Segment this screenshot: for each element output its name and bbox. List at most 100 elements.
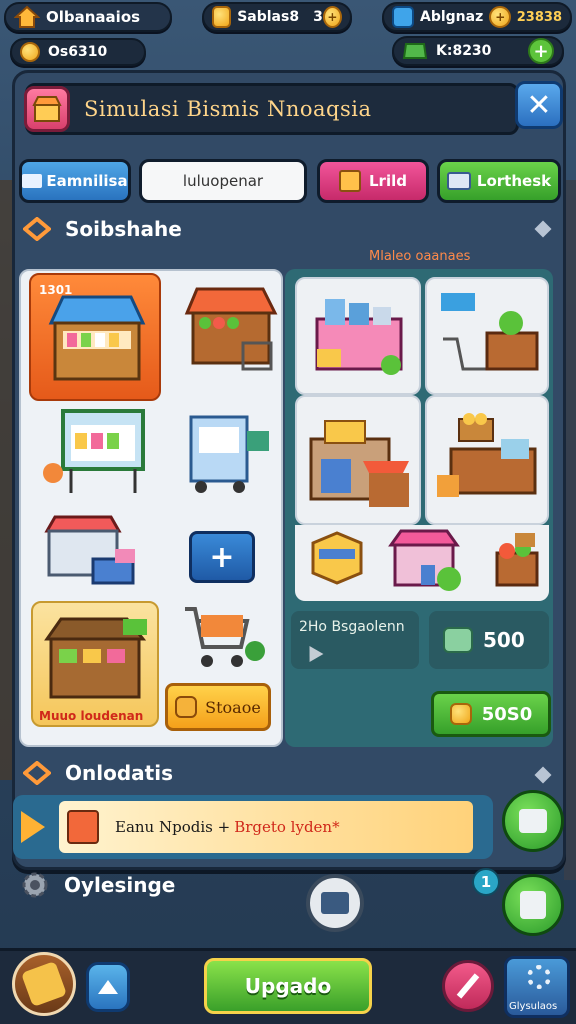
orders-section-title: Onlodatis [65,761,173,785]
gear-icon-2 [527,965,551,989]
vending-cart-icon[interactable] [183,411,275,495]
add-item-button[interactable]: + [189,531,255,583]
player-name: Olbanaaios [46,8,141,26]
tab-eamnilisa[interactable]: Eamnilisa [19,159,131,203]
shop-section-title: Soibshahe [65,217,182,241]
close-icon: ✕ [526,87,552,123]
play-arrow-icon[interactable] [21,811,45,843]
tab-lorthesk[interactable]: Lorthesk [437,159,561,203]
grocery-store-icon [309,420,409,507]
box-icon [339,170,361,192]
cash-add-button[interactable]: + [528,38,554,64]
gear-icon[interactable] [20,870,50,900]
collapse-diamond-icon[interactable] [534,220,552,238]
coin-stack-icon [449,703,472,725]
kiosk-green-icon[interactable] [41,403,153,495]
shop-section-header: Soibshahe [21,216,182,242]
up-arrow-icon [98,980,118,994]
catalog-right: 2Ho Bsgaolenn 500 50S0 [285,269,553,747]
stall-featured-card[interactable]: 1301 [29,273,161,401]
veggie-box-icon[interactable] [489,529,545,591]
buy-button[interactable]: 50S0 [431,691,551,737]
currency2-counter[interactable]: Ablgnaz + 23838 [382,2,572,32]
sub-value: Os6310 [48,44,108,60]
mini-shop-icon[interactable] [41,511,141,587]
collapse-diamond-icon-2[interactable] [534,766,552,784]
order-banner[interactable]: Eanu Npodis + Brgeto lyden* [59,801,473,853]
tab-label: Lorthesk [476,172,552,190]
value-box: 500 [429,611,549,669]
currency2-label: Ablgnaz [420,9,484,25]
settings-action-button[interactable] [502,874,564,936]
bag-icon [175,696,198,718]
candy-shop-icon [315,299,403,375]
orders-section-header: Onlodatis [21,760,173,786]
close-button[interactable]: ✕ [515,81,563,129]
info-badge-text: 1 [480,873,492,891]
home-icon [13,5,41,29]
stat-box: 2Ho Bsgaolenn [291,611,419,669]
shop-tile-2[interactable] [425,277,549,395]
tab-label: luluopenar [182,172,264,190]
plus-icon: + [209,539,235,575]
fruit-stall-icon[interactable] [183,279,279,383]
shop-tile-1[interactable] [295,277,421,395]
settings-section-title: Oylesinge [64,873,176,897]
tab-luluopenar[interactable]: luluopenar [139,159,307,203]
ribbon-icon [20,42,40,62]
featured-market-card[interactable]: Muuo loudenan [31,601,159,727]
gem-stone-icon [443,627,473,653]
title-bar: Simulasi Bismis Nnoaqsia [24,83,519,135]
crate-icon[interactable] [309,529,365,587]
upgrade-button-label: Upgado [244,974,332,998]
currency1-extra: 3 [313,9,323,25]
tab-label: Eamnilisa [46,172,128,190]
gem-icon [392,6,414,28]
pink-shop-icon[interactable] [387,525,469,595]
coin-add-icon[interactable]: + [322,6,342,28]
badge-icon-2 [21,760,53,786]
banner-text-dark: Eanu Npodis + [115,818,231,836]
info-badge[interactable]: 1 [472,868,500,896]
stat-value: 500 [483,628,525,652]
settings-tab-button[interactable]: Glysulaos [504,956,570,1018]
window-title: Simulasi Bismis Nnoaqsia [84,97,372,121]
featured-caption: Muuo loudenan [39,709,144,723]
center-info-button[interactable] [306,874,364,932]
orders-action-button[interactable] [502,790,564,852]
business-panel: Simulasi Bismis Nnoaqsia ✕ Eamnilisa lul… [12,70,566,870]
coin-add-icon-2[interactable]: + [489,6,512,28]
buy-price: 50S0 [481,703,533,725]
tab-label: Lrild [369,172,407,190]
shop-stall-icon [24,86,70,132]
currency1-counter[interactable]: Sablas8 3 + [202,2,352,32]
player-badge[interactable]: Olbanaaios [4,2,172,32]
settings-tab-label: Glysulaos [509,1001,558,1012]
shop-bag-icon [67,810,99,844]
clipboard-icon [520,891,546,919]
shopping-cart-icon[interactable] [181,601,265,673]
market-counter-icon [44,617,147,699]
upload-button[interactable] [86,962,130,1012]
shop-tile-4[interactable] [425,395,549,525]
avatar-button[interactable] [12,952,76,1016]
billboard-icon [321,892,349,914]
market-stall-icon [48,295,146,381]
badge-icon [21,216,53,242]
catalog-left: 1301 + Muuo loudenan Stoaoe [19,269,283,747]
list-icon [22,174,43,188]
upgrade-button[interactable]: Upgado [204,958,372,1014]
cash-value: K:8230 [436,43,492,59]
fruit-counter-icon [437,413,537,497]
store-button-label: Stoaoe [205,697,261,717]
arrow-pointer-icon [302,641,324,663]
order-banner-row: Eanu Npodis + Brgeto lyden* [13,795,493,859]
cash-counter[interactable]: K:8230 + [392,36,564,66]
shop-tile-3[interactable] [295,395,421,525]
ticket-icon [446,172,471,190]
store-button[interactable]: Stoaoe [165,683,271,731]
tools-button[interactable] [442,960,494,1012]
cart-stand-icon [441,293,539,371]
tab-lrild[interactable]: Lrild [317,159,429,203]
cash-icon [402,40,428,62]
